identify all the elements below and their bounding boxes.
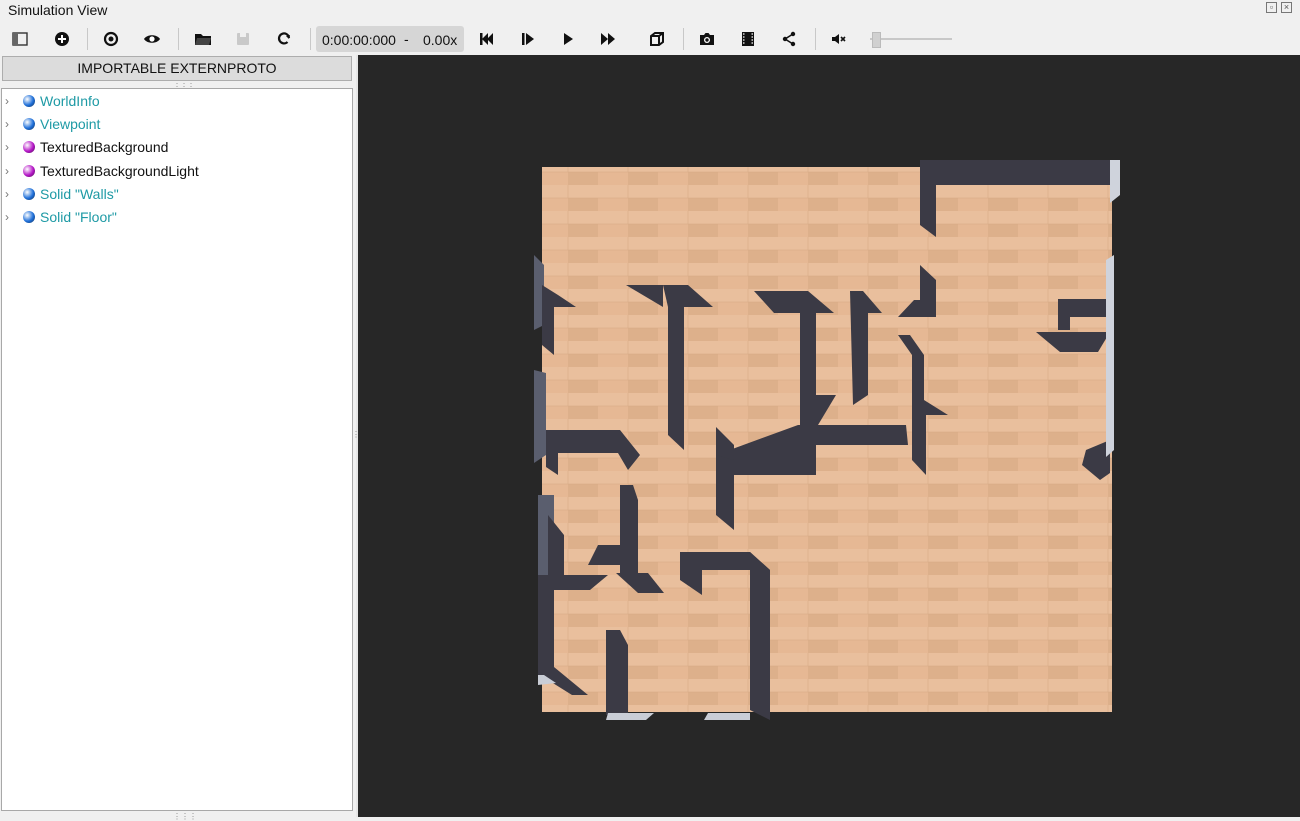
reset-simulation-icon[interactable] <box>472 25 500 53</box>
maze-world-render <box>534 160 1120 720</box>
node-label: TexturedBackgroundLight <box>40 162 199 179</box>
expand-chevron-icon[interactable]: › <box>5 187 19 201</box>
scene-tree: › WorldInfo › Viewpoint › TexturedBackground ›… <box>1 88 353 811</box>
window-title: Simulation View <box>8 2 108 18</box>
node-label: TexturedBackground <box>40 139 169 156</box>
expand-chevron-icon[interactable]: › <box>5 210 19 224</box>
simulation-speed: 0.00x <box>423 32 458 48</box>
rendering-cube-icon[interactable] <box>643 25 671 53</box>
scene-tree-node[interactable]: › Solid "Floor" <box>2 206 342 228</box>
save-world-icon[interactable] <box>229 25 257 53</box>
mute-speaker-icon[interactable] <box>825 25 853 53</box>
simulation-time-display: 0:00:00:000 - 0.00x <box>316 26 464 52</box>
node-label: Viewpoint <box>40 116 101 133</box>
scene-tree-panel: IMPORTABLE EXTERNPROTO ⋮⋮⋮ › WorldInfo › Vi… <box>0 55 356 821</box>
volume-slider-handle[interactable] <box>872 32 881 48</box>
screenshot-camera-icon[interactable] <box>693 25 721 53</box>
simulation-time: 0:00:00:000 <box>322 32 396 48</box>
reset-view-icon[interactable] <box>97 25 125 53</box>
node-type-icon <box>23 118 35 131</box>
node-type-icon <box>23 164 35 177</box>
add-node-icon[interactable] <box>48 25 76 53</box>
node-type-icon <box>23 211 35 223</box>
node-label: WorldInfo <box>40 93 100 109</box>
close-window-icon[interactable]: × <box>1281 2 1292 13</box>
importable-externproto-button[interactable]: IMPORTABLE EXTERNPROTO <box>2 56 352 81</box>
scene-tree-node[interactable]: › Solid "Walls" <box>2 183 342 205</box>
node-label: Solid "Walls" <box>40 185 119 202</box>
play-icon[interactable] <box>554 25 582 53</box>
node-label: Solid "Floor" <box>40 209 117 225</box>
3d-viewport[interactable] <box>358 55 1300 817</box>
reload-world-icon[interactable] <box>270 25 298 53</box>
expand-chevron-icon[interactable]: › <box>5 164 19 178</box>
step-icon[interactable] <box>513 25 541 53</box>
scene-tree-node[interactable]: › TexturedBackground <box>2 136 342 158</box>
window-controls: ▫ × <box>1266 2 1292 13</box>
expand-chevron-icon[interactable]: › <box>5 94 19 108</box>
float-window-icon[interactable]: ▫ <box>1266 2 1277 13</box>
expand-chevron-icon[interactable]: › <box>5 117 19 131</box>
volume-slider[interactable] <box>870 32 952 48</box>
node-type-icon <box>23 187 35 200</box>
scene-tree-node[interactable]: › Viewpoint <box>2 113 342 135</box>
scene-tree-node[interactable]: › TexturedBackgroundLight <box>2 160 342 182</box>
fast-forward-icon[interactable] <box>594 25 622 53</box>
title-bar: Simulation View ▫ × <box>0 0 1300 20</box>
toggle-scene-tree-icon[interactable] <box>6 25 34 53</box>
expand-chevron-icon[interactable]: › <box>5 140 19 154</box>
toolbar: 0:00:00:000 - 0.00x <box>0 22 1300 55</box>
node-type-icon <box>23 141 35 154</box>
scene-tree-node[interactable]: › WorldInfo <box>2 90 342 112</box>
node-type-icon <box>23 95 35 107</box>
open-world-icon[interactable] <box>189 25 217 53</box>
record-movie-icon[interactable] <box>734 25 762 53</box>
view-eye-icon[interactable] <box>138 25 166 53</box>
time-separator: - <box>404 31 409 47</box>
share-icon[interactable] <box>775 25 803 53</box>
